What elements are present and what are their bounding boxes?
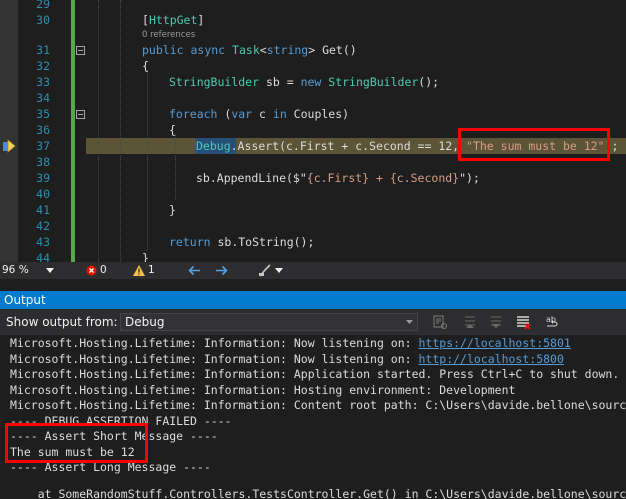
go-to-previous-message-icon[interactable] xyxy=(462,314,478,330)
indent-guide xyxy=(175,134,176,200)
output-panel-title-bar[interactable]: Output xyxy=(0,291,626,309)
annotation-box-assert-output xyxy=(5,423,148,463)
line-number: 36 xyxy=(36,123,50,137)
output-line: Microsoft.Hosting.Lifetime: Information:… xyxy=(10,351,564,366)
output-link[interactable]: https://localhost:5801 xyxy=(419,336,571,350)
code-editor[interactable]: 29 30 31 32 33 34 35 36 37 38 39 40 41 4… xyxy=(0,0,626,262)
line-number: 34 xyxy=(36,91,50,105)
output-source-value: Debug xyxy=(125,315,165,329)
error-icon[interactable] xyxy=(86,265,97,276)
zoom-level[interactable]: 96 % xyxy=(2,264,29,276)
editor-status-strip: 96 % 0 1 xyxy=(0,262,626,279)
output-line: Microsoft.Hosting.Lifetime: Information:… xyxy=(10,382,516,397)
change-tracking-bar xyxy=(71,0,75,262)
code-line-40: } xyxy=(169,203,176,217)
code-line-31: public async Task<string> Get() xyxy=(142,43,357,57)
indent-guide xyxy=(98,0,99,262)
code-line-30: [HttpGet] xyxy=(142,13,205,27)
line-number: 38 xyxy=(36,155,50,169)
line-number: 40 xyxy=(36,187,50,201)
error-count[interactable]: 0 xyxy=(100,264,107,276)
toggle-word-wrap-icon[interactable]: ab xyxy=(545,314,561,330)
warning-icon[interactable] xyxy=(133,265,145,276)
navigate-back-icon[interactable] xyxy=(188,265,201,276)
current-statement-arrow-icon xyxy=(3,139,16,153)
code-line-42: return sb.ToString(); xyxy=(169,235,315,249)
zoom-dropdown-icon[interactable] xyxy=(46,268,54,273)
codelens-references[interactable]: 0 references xyxy=(142,30,195,40)
output-link[interactable]: http://localhost:5800 xyxy=(419,352,564,366)
line-number: 32 xyxy=(36,59,50,73)
output-text-area[interactable]: Microsoft.Hosting.Lifetime: Information:… xyxy=(0,335,626,499)
code-line-38: sb.AppendLine($"{c.First} + {c.Second}")… xyxy=(196,171,480,185)
output-toolbar: Show output from: Debug ab xyxy=(0,309,626,335)
code-line-32: { xyxy=(142,59,149,73)
line-number: 37 xyxy=(36,139,50,153)
line-number: 29 xyxy=(36,0,50,11)
line-number: 41 xyxy=(36,203,50,217)
chevron-down-icon xyxy=(406,320,413,324)
collapse-foreach-icon[interactable] xyxy=(76,110,85,119)
glyph-margin[interactable] xyxy=(0,0,18,262)
code-line-33: StringBuilder sb = new StringBuilder(); xyxy=(169,75,440,89)
go-to-next-message-icon[interactable] xyxy=(488,314,504,330)
line-number: 43 xyxy=(36,235,50,249)
indent-guide xyxy=(120,0,121,262)
show-output-from-label: Show output from: xyxy=(6,315,118,329)
output-line: Microsoft.Hosting.Lifetime: Information:… xyxy=(10,398,626,412)
find-message-in-code-icon[interactable] xyxy=(432,314,448,330)
line-number: 33 xyxy=(36,75,50,89)
line-number: 39 xyxy=(36,171,50,185)
svg-text:ab: ab xyxy=(546,315,556,324)
annotation-box-assert-message xyxy=(458,128,610,161)
indent-guide xyxy=(147,70,148,250)
output-line: Microsoft.Hosting.Lifetime: Information:… xyxy=(10,367,620,381)
brush-cleanup-icon[interactable] xyxy=(258,264,272,277)
line-number: 44 xyxy=(36,251,50,262)
line-number: 42 xyxy=(36,219,50,233)
clear-all-icon[interactable] xyxy=(515,314,531,330)
navigate-forward-icon[interactable] xyxy=(215,265,228,276)
code-line-43: } xyxy=(142,251,149,262)
output-line: Microsoft.Hosting.Lifetime: Information:… xyxy=(10,336,571,350)
line-number: 30 xyxy=(36,13,50,27)
output-panel-title: Output xyxy=(4,293,46,307)
warning-count[interactable]: 1 xyxy=(148,264,155,276)
collapse-method-icon[interactable] xyxy=(76,46,85,55)
code-line-35: foreach (var c in Couples) xyxy=(169,107,350,121)
output-source-select[interactable]: Debug xyxy=(120,313,418,331)
output-line: at SomeRandomStuff.Controllers.TestsCont… xyxy=(10,487,626,499)
brush-dropdown-icon[interactable] xyxy=(275,268,283,273)
code-line-36: { xyxy=(169,123,176,137)
line-number: 31 xyxy=(36,43,50,57)
line-number: 35 xyxy=(36,107,50,121)
